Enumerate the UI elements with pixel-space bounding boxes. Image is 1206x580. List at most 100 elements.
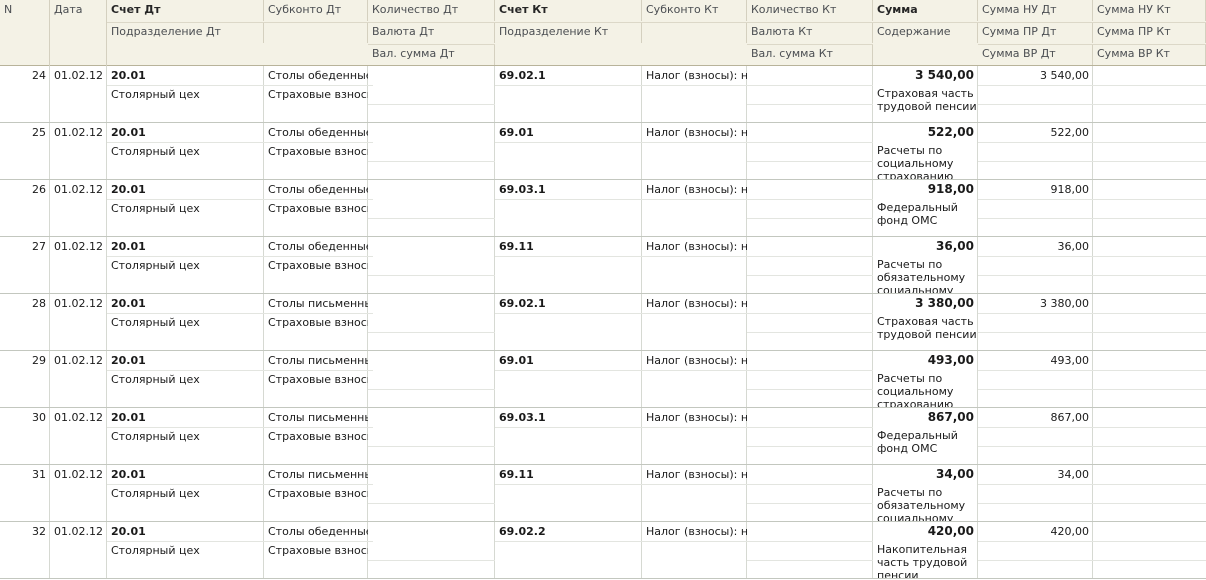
cell-schet-kt[interactable]: 69.01: [495, 123, 642, 142]
col-header-podr-kt[interactable]: Подразделение Кт: [495, 22, 642, 43]
col-header-subkonto-kt[interactable]: Субконто Кт: [642, 0, 747, 21]
col-header-schet-kt[interactable]: Счет Кт: [495, 0, 642, 21]
cell-summa[interactable]: 522,00: [873, 123, 978, 142]
col-header-nu-kt[interactable]: Сумма НУ Кт: [1093, 0, 1206, 21]
cell-n[interactable]: 31: [0, 465, 50, 484]
col-header-valsum-kt[interactable]: Вал. сумма Кт: [747, 44, 873, 65]
cell-soderzh[interactable]: Накопительная часть трудовой пенсии: [873, 543, 978, 578]
cell-subkonto-dt-2[interactable]: Страховые взносы: [264, 256, 368, 275]
cell-subkonto-dt-2[interactable]: Страховые взносы: [264, 427, 368, 446]
cell-subkonto-kt[interactable]: Налог (взносы): на: [642, 465, 747, 484]
cell-nu-dt[interactable]: 3 380,00: [978, 294, 1093, 313]
cell-n[interactable]: 24: [0, 66, 50, 85]
cell-schet-kt[interactable]: 69.03.1: [495, 180, 642, 199]
cell-schet-kt[interactable]: 69.01: [495, 351, 642, 370]
cell-date[interactable]: 01.02.12: [50, 408, 107, 427]
col-header-n[interactable]: N: [0, 0, 50, 66]
cell-summa[interactable]: 3 380,00: [873, 294, 978, 313]
cell-soderzh[interactable]: Расчеты по социальному страхованию: [873, 372, 978, 407]
cell-subkonto-dt[interactable]: Столы обеденные: [264, 123, 368, 142]
col-header-schet-dt[interactable]: Счет Дт: [107, 0, 264, 21]
cell-schet-dt[interactable]: 20.01: [107, 408, 264, 427]
cell-summa[interactable]: 420,00: [873, 522, 978, 541]
cell-summa[interactable]: 918,00: [873, 180, 978, 199]
cell-nu-dt[interactable]: 3 540,00: [978, 66, 1093, 85]
cell-podr-dt[interactable]: Столярный цех: [107, 142, 264, 161]
col-header-soderzh[interactable]: Содержание: [873, 22, 978, 43]
cell-schet-dt[interactable]: 20.01: [107, 351, 264, 370]
col-header-kol-dt[interactable]: Количество Дт: [368, 0, 495, 21]
cell-subkonto-kt[interactable]: Налог (взносы): на: [642, 123, 747, 142]
table-row[interactable]: 30 01.02.12 20.01 Столярный цех Столы письме…: [0, 408, 1206, 465]
cell-soderzh[interactable]: Страховая часть трудовой пенсии: [873, 87, 978, 122]
table-row[interactable]: 28 01.02.12 20.01 Столярный цех Столы письме…: [0, 294, 1206, 351]
cell-schet-kt[interactable]: 69.11: [495, 237, 642, 256]
cell-date[interactable]: 01.02.12: [50, 465, 107, 484]
cell-date[interactable]: 01.02.12: [50, 237, 107, 256]
cell-n[interactable]: 32: [0, 522, 50, 541]
table-row[interactable]: 24 01.02.12 20.01 Столярный цех Столы обеден…: [0, 66, 1206, 123]
cell-n[interactable]: 25: [0, 123, 50, 142]
cell-nu-dt[interactable]: 867,00: [978, 408, 1093, 427]
cell-nu-dt[interactable]: 522,00: [978, 123, 1093, 142]
cell-subkonto-dt[interactable]: Столы обеденные: [264, 237, 368, 256]
col-header-pr-kt[interactable]: Сумма ПР Кт: [1093, 22, 1206, 43]
cell-schet-dt[interactable]: 20.01: [107, 123, 264, 142]
cell-podr-dt[interactable]: Столярный цех: [107, 313, 264, 332]
table-row[interactable]: 29 01.02.12 20.01 Столярный цех Столы письме…: [0, 351, 1206, 408]
cell-subkonto-dt[interactable]: Столы письменные: [264, 351, 368, 370]
cell-date[interactable]: 01.02.12: [50, 180, 107, 199]
cell-podr-dt[interactable]: Столярный цех: [107, 427, 264, 446]
cell-n[interactable]: 26: [0, 180, 50, 199]
cell-subkonto-kt[interactable]: Налог (взносы): на: [642, 294, 747, 313]
cell-date[interactable]: 01.02.12: [50, 66, 107, 85]
table-row[interactable]: 25 01.02.12 20.01 Столярный цех Столы обеден…: [0, 123, 1206, 180]
cell-date[interactable]: 01.02.12: [50, 522, 107, 541]
cell-nu-dt[interactable]: 493,00: [978, 351, 1093, 370]
cell-soderzh[interactable]: Страховая часть трудовой пенсии: [873, 315, 978, 350]
cell-podr-dt[interactable]: Столярный цех: [107, 541, 264, 560]
table-row[interactable]: 32 01.02.12 20.01 Столярный цех Столы обеден…: [0, 522, 1206, 579]
cell-summa[interactable]: 867,00: [873, 408, 978, 427]
cell-n[interactable]: 28: [0, 294, 50, 313]
cell-schet-kt[interactable]: 69.02.2: [495, 522, 642, 541]
cell-schet-kt[interactable]: 69.11: [495, 465, 642, 484]
cell-summa[interactable]: 3 540,00: [873, 66, 978, 85]
cell-date[interactable]: 01.02.12: [50, 294, 107, 313]
cell-schet-dt[interactable]: 20.01: [107, 294, 264, 313]
cell-summa[interactable]: 34,00: [873, 465, 978, 484]
cell-n[interactable]: 29: [0, 351, 50, 370]
cell-nu-dt[interactable]: 36,00: [978, 237, 1093, 256]
cell-schet-kt[interactable]: 69.02.1: [495, 294, 642, 313]
col-header-vr-kt[interactable]: Сумма ВР Кт: [1093, 44, 1206, 65]
cell-summa[interactable]: 36,00: [873, 237, 978, 256]
cell-schet-dt[interactable]: 20.01: [107, 237, 264, 256]
cell-nu-dt[interactable]: 918,00: [978, 180, 1093, 199]
cell-date[interactable]: 01.02.12: [50, 351, 107, 370]
table-row[interactable]: 27 01.02.12 20.01 Столярный цех Столы обеден…: [0, 237, 1206, 294]
cell-subkonto-dt[interactable]: Столы обеденные: [264, 522, 368, 541]
cell-schet-dt[interactable]: 20.01: [107, 465, 264, 484]
cell-nu-dt[interactable]: 420,00: [978, 522, 1093, 541]
cell-soderzh[interactable]: Расчеты по обязательному социальному: [873, 258, 978, 293]
col-header-val-kt[interactable]: Валюта Кт: [747, 22, 873, 43]
cell-subkonto-dt[interactable]: Столы письменные: [264, 294, 368, 313]
col-header-summa[interactable]: Сумма: [873, 0, 978, 21]
cell-podr-dt[interactable]: Столярный цех: [107, 199, 264, 218]
cell-subkonto-kt[interactable]: Налог (взносы): на: [642, 66, 747, 85]
cell-subkonto-dt-2[interactable]: Страховые взносы: [264, 484, 368, 503]
cell-podr-dt[interactable]: Столярный цех: [107, 85, 264, 104]
col-header-subkonto-dt[interactable]: Субконто Дт: [264, 0, 368, 21]
cell-schet-dt[interactable]: 20.01: [107, 522, 264, 541]
cell-subkonto-dt[interactable]: Столы обеденные: [264, 66, 368, 85]
cell-schet-kt[interactable]: 69.03.1: [495, 408, 642, 427]
cell-subkonto-kt[interactable]: Налог (взносы): на: [642, 522, 747, 541]
col-header-valsum-dt[interactable]: Вал. сумма Дт: [368, 44, 495, 65]
cell-schet-kt[interactable]: 69.02.1: [495, 66, 642, 85]
cell-subkonto-dt-2[interactable]: Страховые взносы: [264, 85, 368, 104]
cell-soderzh[interactable]: Федеральный фонд ОМС: [873, 201, 978, 236]
col-header-nu-dt[interactable]: Сумма НУ Дт: [978, 0, 1093, 21]
cell-soderzh[interactable]: Расчеты по обязательному социальному: [873, 486, 978, 521]
cell-summa[interactable]: 493,00: [873, 351, 978, 370]
col-header-pr-dt[interactable]: Сумма ПР Дт: [978, 22, 1093, 43]
